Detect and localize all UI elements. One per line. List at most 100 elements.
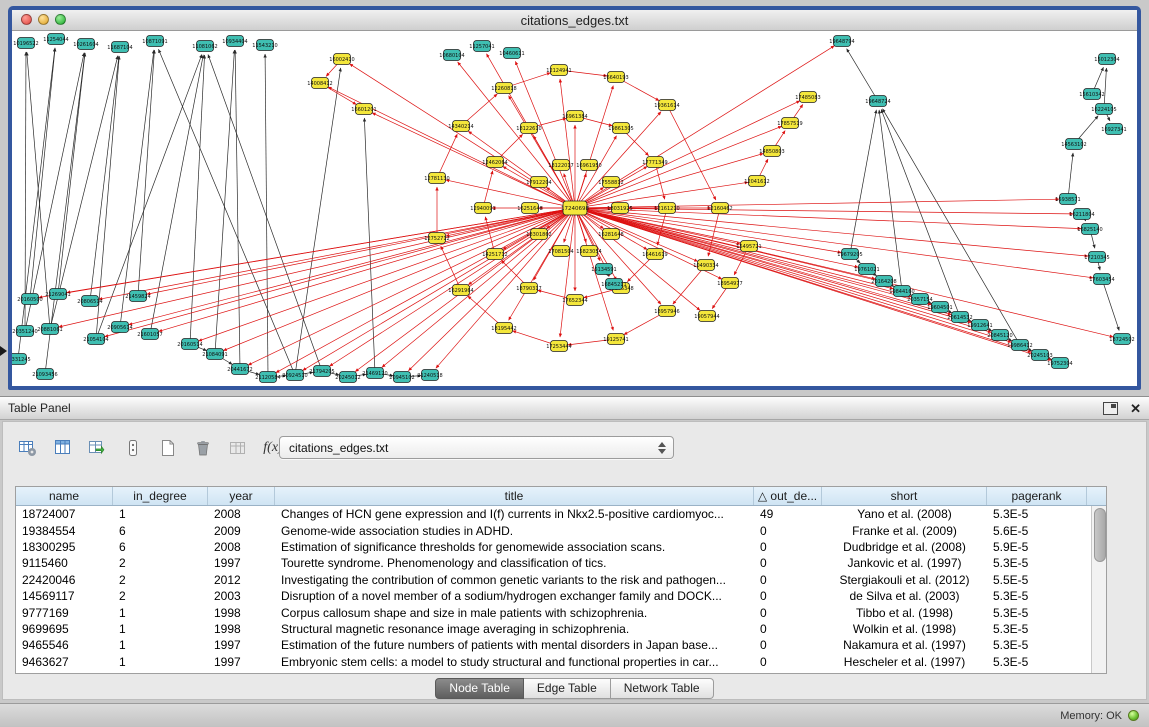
- column-header-6[interactable]: pagerank: [987, 487, 1087, 505]
- table-cell: 1998: [208, 622, 275, 636]
- table-tabs: Node TableEdge TableNetwork Table: [3, 678, 1146, 699]
- column-header-5[interactable]: short: [822, 487, 987, 505]
- table-row[interactable]: 1938455462009Genome-wide association stu…: [16, 522, 1106, 538]
- table-row[interactable]: 911546021997Tourette syndrome. Phenomeno…: [16, 555, 1106, 571]
- table-cell: 14569117: [16, 589, 113, 603]
- svg-text:16251648: 16251648: [517, 206, 542, 212]
- column-header-0[interactable]: name: [16, 487, 113, 505]
- close-window-icon[interactable]: [21, 14, 32, 25]
- table-row[interactable]: 946362711997Embryonic stem cells: a mode…: [16, 654, 1106, 670]
- network-window-titlebar[interactable]: citations_edges.txt: [12, 10, 1137, 31]
- network-canvas[interactable]: 1724069818031925162816481582305417081504…: [12, 31, 1137, 386]
- table-cell: 0: [754, 638, 822, 652]
- svg-text:20245012: 20245012: [335, 375, 360, 381]
- table-cell: 2012: [208, 573, 275, 587]
- svg-text:20806514: 20806514: [77, 299, 102, 305]
- delete-column-icon[interactable]: [190, 435, 216, 461]
- svg-text:17771349: 17771349: [642, 160, 667, 166]
- svg-text:10934404: 10934404: [222, 39, 247, 45]
- svg-text:18957946: 18957946: [654, 309, 679, 315]
- zoom-window-icon[interactable]: [55, 14, 66, 25]
- svg-text:21601057: 21601057: [137, 332, 162, 338]
- table-row[interactable]: 946554611997Estimation of the future num…: [16, 637, 1106, 653]
- table-cell: 1998: [208, 606, 275, 620]
- svg-text:12260818: 12260818: [491, 86, 516, 92]
- svg-text:11257041: 11257041: [469, 44, 494, 50]
- column-header-3[interactable]: title: [275, 487, 754, 505]
- svg-text:19361614: 19361614: [654, 103, 679, 109]
- table-cell: 5.3E-5: [987, 606, 1087, 620]
- svg-text:18724502: 18724502: [1109, 337, 1134, 343]
- svg-text:10196522: 10196522: [13, 41, 38, 47]
- status-bar: Memory: OK: [0, 703, 1149, 727]
- table-row[interactable]: 969969511998Structural magnetic resonanc…: [16, 621, 1106, 637]
- close-panel-icon[interactable]: ✕: [1130, 402, 1141, 415]
- svg-text:16601201: 16601201: [351, 107, 376, 113]
- tab-node-table[interactable]: Node Table: [435, 678, 524, 699]
- memory-status-led-icon[interactable]: [1128, 710, 1139, 721]
- svg-text:16002410: 16002410: [329, 57, 354, 63]
- show-columns-icon[interactable]: [50, 435, 76, 461]
- tab-network-table[interactable]: Network Table: [611, 678, 714, 699]
- svg-text:20245103: 20245103: [1027, 353, 1052, 359]
- column-header-2[interactable]: year: [208, 487, 275, 505]
- svg-text:16927341: 16927341: [1101, 127, 1126, 133]
- svg-text:20905614: 20905614: [107, 325, 132, 331]
- svg-text:12041612: 12041612: [744, 179, 769, 185]
- svg-text:14340214: 14340214: [448, 124, 473, 130]
- rename-column-icon[interactable]: [225, 435, 251, 461]
- svg-text:15012304: 15012304: [1094, 57, 1119, 63]
- svg-text:17253444: 17253444: [546, 344, 571, 350]
- table-cell: Genome-wide association studies in ADHD.: [275, 524, 754, 538]
- svg-text:18301862: 18301862: [526, 232, 551, 238]
- table-options-icon[interactable]: [15, 435, 41, 461]
- table-cell: 9465546: [16, 638, 113, 652]
- table-cell: de Silva et al. (2003): [822, 589, 987, 603]
- svg-text:19679205: 19679205: [837, 252, 862, 258]
- table-cell: 1997: [208, 638, 275, 652]
- table-cell: 0: [754, 573, 822, 587]
- table-cell: 9699695: [16, 622, 113, 636]
- network-view-window[interactable]: citations_edges.txt 17240698180319251628…: [8, 6, 1141, 390]
- import-table-icon[interactable]: [85, 435, 111, 461]
- table-row[interactable]: 2242004622012Investigating the contribut…: [16, 572, 1106, 588]
- svg-text:10460611: 10460611: [499, 51, 524, 57]
- table-cell: 5.3E-5: [987, 655, 1087, 669]
- collapse-panel-arrow-icon[interactable]: [0, 346, 7, 356]
- table-vertical-scrollbar[interactable]: [1091, 506, 1106, 673]
- table-row[interactable]: 1872400712008Changes of HCN gene express…: [16, 506, 1106, 522]
- table-cell: 2: [113, 589, 208, 603]
- create-column-icon[interactable]: [155, 435, 181, 461]
- table-row[interactable]: 1830029562008Estimation of significance …: [16, 539, 1106, 555]
- table-row[interactable]: 977716911998Corpus callosum shape and si…: [16, 604, 1106, 620]
- column-header-4[interactable]: △ out_de...: [754, 487, 822, 505]
- svg-text:21469120: 21469120: [362, 371, 387, 377]
- column-icon[interactable]: [120, 435, 146, 461]
- network-table-select[interactable]: citations_edges.txt: [279, 436, 674, 459]
- svg-text:10261604: 10261604: [73, 42, 98, 48]
- svg-text:19648724: 19648724: [865, 99, 890, 105]
- float-panel-icon[interactable]: [1103, 402, 1118, 415]
- table-cell: 5.3E-5: [987, 589, 1087, 603]
- table-cell: Corpus callosum shape and size in male p…: [275, 606, 754, 620]
- column-header-1[interactable]: in_degree: [113, 487, 208, 505]
- svg-text:16291964: 16291964: [448, 288, 473, 294]
- svg-text:16845211: 16845211: [601, 282, 626, 288]
- svg-text:20945102: 20945102: [389, 375, 414, 381]
- network-canvas-svg[interactable]: 1724069818031925162816481582305417081504…: [12, 31, 1137, 386]
- table-cell: 1: [113, 606, 208, 620]
- svg-text:17912204: 17912204: [526, 180, 551, 186]
- svg-text:16961950: 16961950: [576, 163, 601, 169]
- svg-text:17603454: 17603454: [1089, 277, 1114, 283]
- svg-text:20357154: 20357154: [907, 297, 932, 303]
- svg-text:18954977: 18954977: [717, 281, 742, 287]
- scrollbar-thumb[interactable]: [1094, 508, 1106, 562]
- table-cell: 19384554: [16, 524, 113, 538]
- table-cell: Yano et al. (2008): [822, 507, 987, 521]
- table-cell: 5.3E-5: [987, 622, 1087, 636]
- table-row[interactable]: 1456911722003Disruption of a novel membe…: [16, 588, 1106, 604]
- minimize-window-icon[interactable]: [38, 14, 49, 25]
- svg-text:20351240: 20351240: [12, 329, 37, 335]
- svg-text:15823054: 15823054: [576, 249, 601, 255]
- tab-edge-table[interactable]: Edge Table: [524, 678, 611, 699]
